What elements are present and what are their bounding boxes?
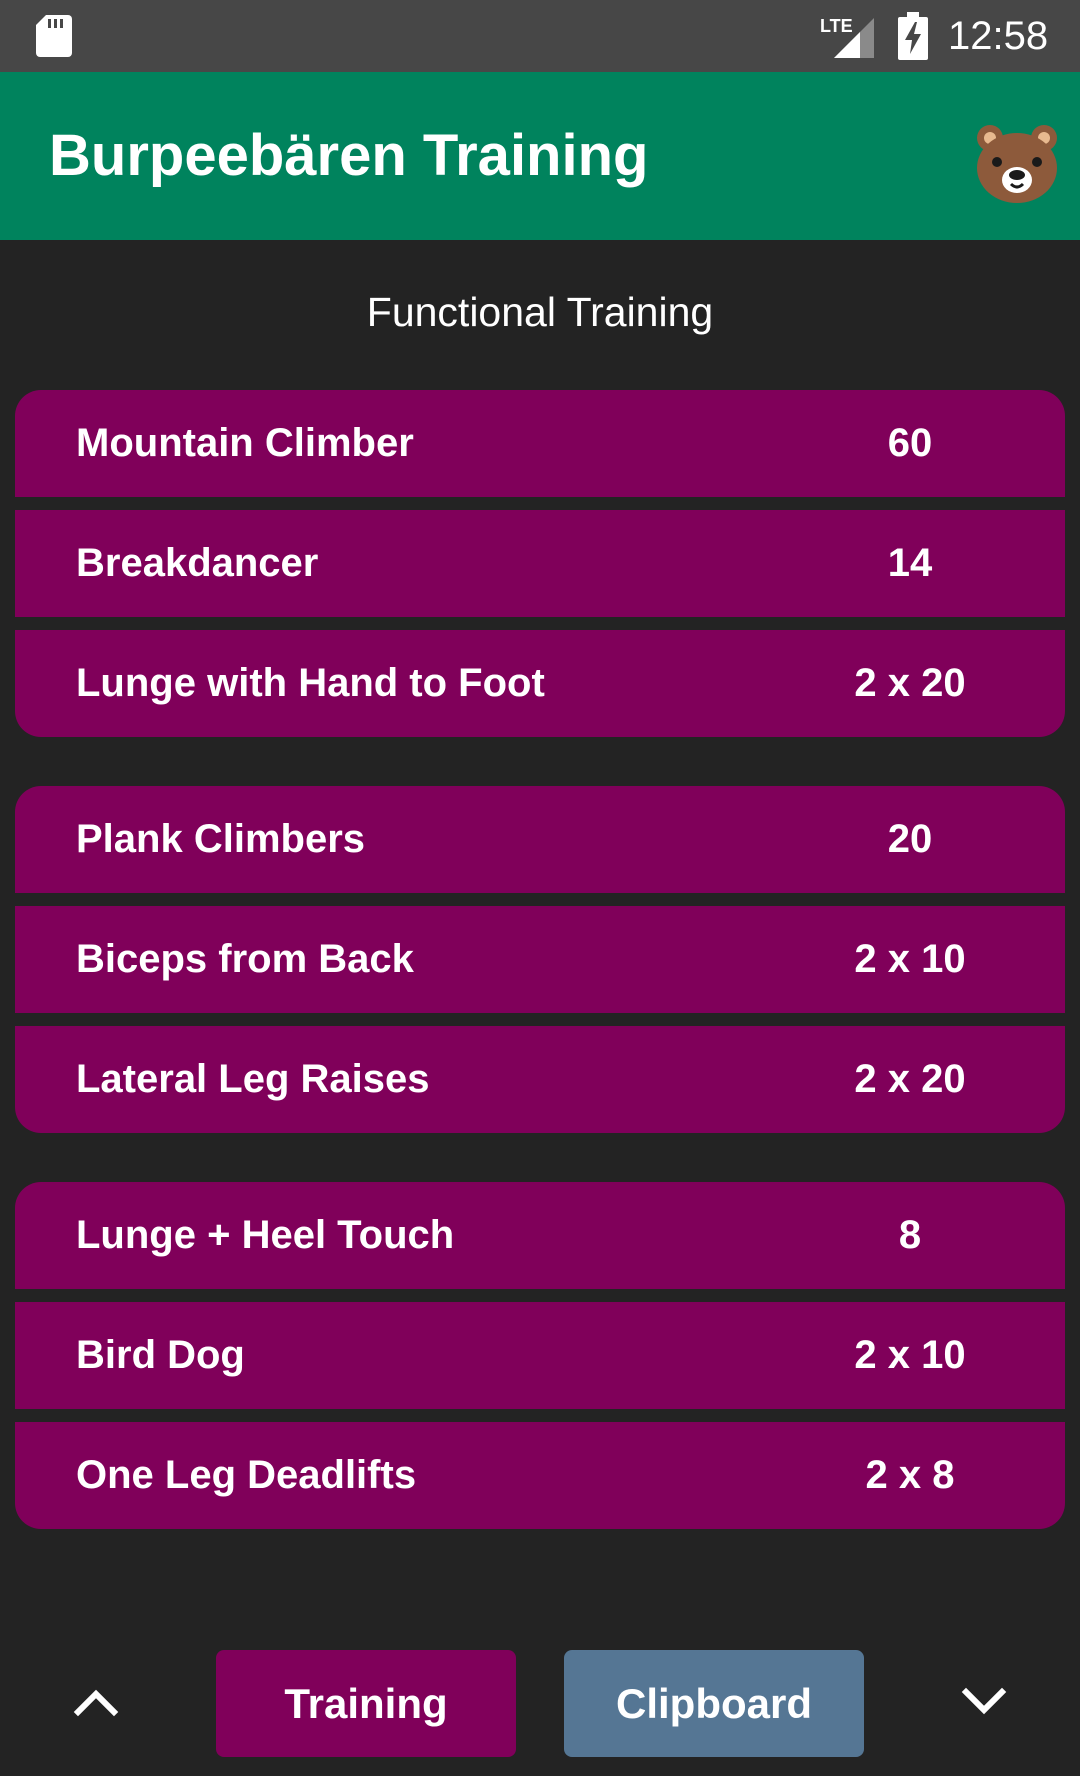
exercise-name: Lunge + Heel Touch <box>76 1213 455 1257</box>
status-clock: 12:58 <box>948 14 1049 58</box>
training-button[interactable]: Training <box>216 1650 516 1757</box>
status-bar: LTE 12:58 <box>0 0 1080 72</box>
exercise-reps: 60 <box>887 421 933 465</box>
lte-label: LTE <box>820 16 853 36</box>
chevron-up-icon[interactable] <box>66 1672 126 1732</box>
exercise-row[interactable]: Breakdancer 14 <box>15 510 1065 617</box>
clipboard-button[interactable]: Clipboard <box>564 1650 864 1757</box>
exercise-reps: 2 x 20 <box>854 1057 966 1101</box>
exercise-row[interactable]: Mountain Climber 60 <box>15 390 1065 497</box>
exercise-name: Lunge with Hand to Foot <box>76 661 545 705</box>
exercise-reps: 2 x 10 <box>854 937 966 981</box>
exercise-row[interactable]: Biceps from Back 2 x 10 <box>15 906 1065 1013</box>
app-bar: Burpeebären Training <box>0 72 1080 240</box>
exercise-row[interactable]: One Leg Deadlifts 2 x 8 <box>15 1422 1065 1529</box>
exercise-reps: 2 x 20 <box>854 661 966 705</box>
exercise-row[interactable]: Bird Dog 2 x 10 <box>15 1302 1065 1409</box>
section-title: Functional Training <box>366 289 714 335</box>
exercise-reps: 2 x 8 <box>865 1453 955 1497</box>
app-title: Burpeebären Training <box>49 123 649 188</box>
exercise-row[interactable]: Plank Climbers 20 <box>15 786 1065 893</box>
exercise-name: Biceps from Back <box>76 937 414 981</box>
exercise-name: Lateral Leg Raises <box>76 1057 430 1101</box>
lte-signal-icon: LTE <box>820 16 874 58</box>
bear-face-icon[interactable] <box>972 118 1062 208</box>
exercise-row[interactable]: Lunge with Hand to Foot 2 x 20 <box>15 630 1065 737</box>
exercise-reps: 20 <box>887 817 933 861</box>
sd-card-icon <box>36 15 72 57</box>
exercise-name: Mountain Climber <box>76 421 414 465</box>
exercise-name: Breakdancer <box>76 541 319 585</box>
exercise-name: Plank Climbers <box>76 817 366 861</box>
exercise-reps: 8 <box>898 1213 922 1257</box>
exercise-name: One Leg Deadlifts <box>76 1453 417 1497</box>
chevron-down-icon[interactable] <box>954 1672 1014 1732</box>
exercise-row[interactable]: Lateral Leg Raises 2 x 20 <box>15 1026 1065 1133</box>
exercise-name: Bird Dog <box>76 1333 245 1377</box>
exercise-reps: 14 <box>887 541 933 585</box>
exercise-row[interactable]: Lunge + Heel Touch 8 <box>15 1182 1065 1289</box>
exercise-reps: 2 x 10 <box>854 1333 966 1377</box>
battery-charging-icon <box>898 12 928 60</box>
